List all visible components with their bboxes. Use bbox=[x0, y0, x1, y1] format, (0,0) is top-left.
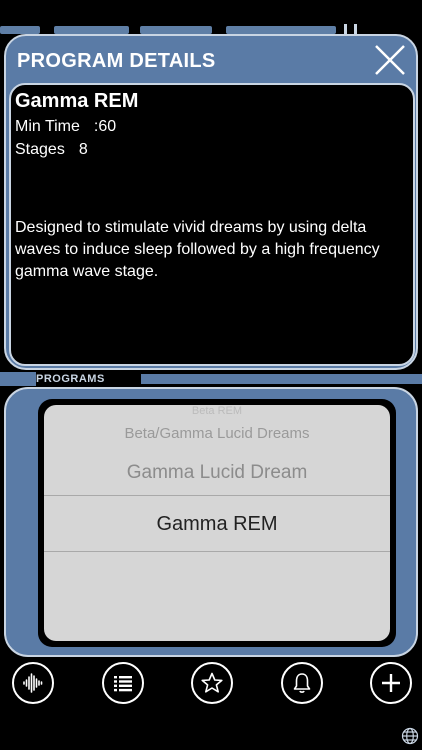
min-time-value: :60 bbox=[93, 118, 117, 135]
picker-item[interactable]: Gamma Lucid Dream bbox=[44, 462, 390, 484]
bell-icon bbox=[293, 673, 311, 693]
programs-strip bbox=[141, 374, 422, 384]
plus-icon bbox=[382, 674, 400, 692]
top-strip-bar bbox=[140, 26, 212, 34]
top-status-strip bbox=[0, 0, 422, 36]
waveform-icon bbox=[23, 673, 43, 693]
top-strip-bar bbox=[0, 26, 40, 34]
picker-item-selected[interactable]: Gamma REM bbox=[44, 513, 390, 536]
program-details-title: PROGRAM DETAILS bbox=[17, 50, 216, 72]
program-picker[interactable]: Beta REM Beta/Gamma Lucid Dreams Gamma L… bbox=[44, 405, 390, 641]
stages-label: Stages bbox=[15, 141, 65, 158]
star-icon bbox=[201, 672, 223, 693]
program-name: Gamma REM bbox=[15, 90, 139, 112]
programs-section-label: PROGRAMS bbox=[36, 373, 105, 385]
min-time-label: Min Time bbox=[15, 118, 80, 135]
globe-icon[interactable] bbox=[401, 727, 419, 745]
picker-item[interactable]: Beta REM bbox=[44, 405, 390, 417]
min-time-row: Min Time :60 bbox=[15, 118, 116, 136]
favorites-button[interactable] bbox=[191, 662, 233, 704]
programs-strip bbox=[0, 372, 36, 386]
stages-row: Stages 8 bbox=[15, 141, 88, 159]
picker-item[interactable]: Beta/Gamma Lucid Dreams bbox=[44, 425, 390, 442]
top-strip-bar bbox=[226, 26, 336, 34]
picker-selection-line bbox=[44, 495, 390, 496]
list-button[interactable] bbox=[102, 662, 144, 704]
alarm-button[interactable] bbox=[281, 662, 323, 704]
add-button[interactable] bbox=[370, 662, 412, 704]
list-icon bbox=[114, 676, 132, 692]
close-button[interactable] bbox=[372, 42, 408, 78]
stages-value: 8 bbox=[78, 141, 88, 158]
waveform-button[interactable] bbox=[12, 662, 54, 704]
close-icon bbox=[375, 45, 405, 75]
top-strip-bar bbox=[54, 26, 129, 34]
picker-selection-line bbox=[44, 551, 390, 552]
program-description: Designed to stimulate vivid dreams by us… bbox=[15, 219, 380, 280]
